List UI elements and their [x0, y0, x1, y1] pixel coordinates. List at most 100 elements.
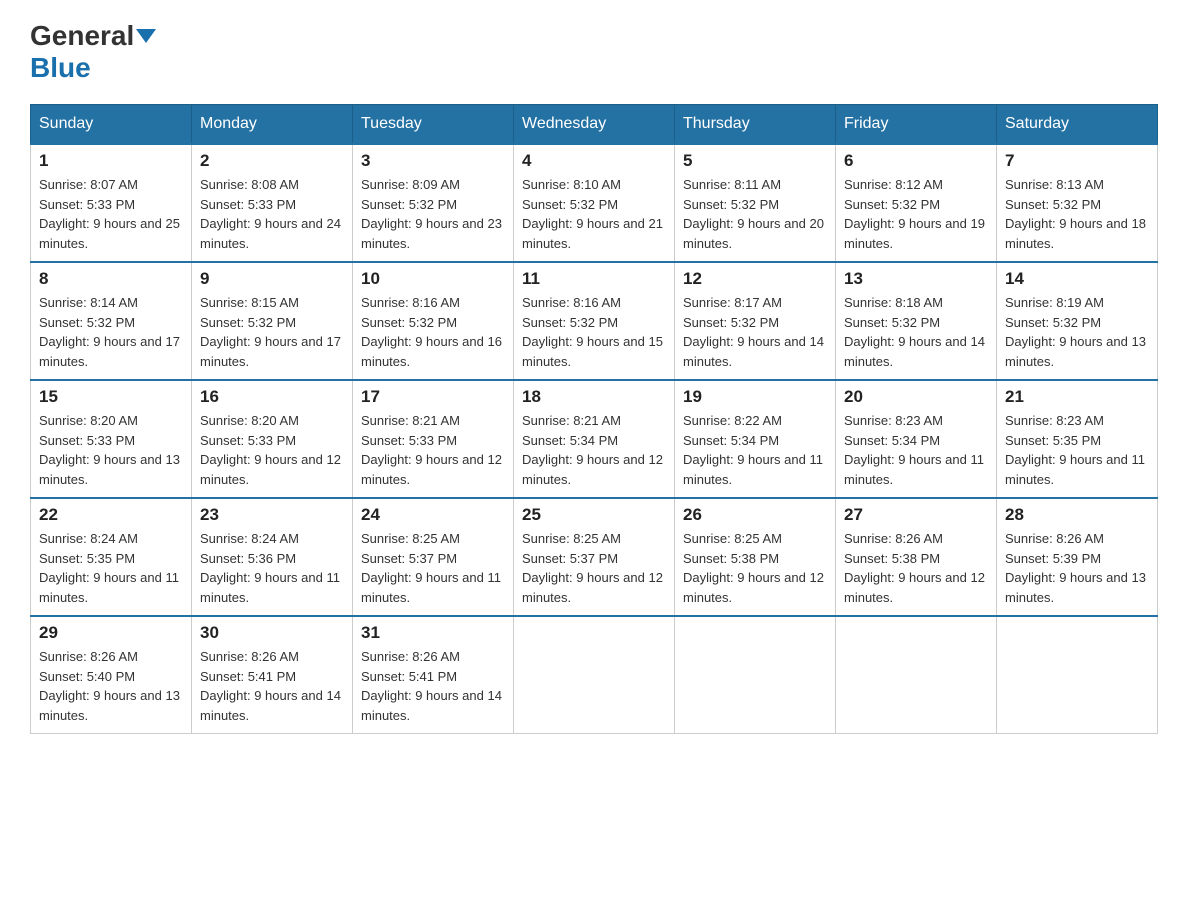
day-info: Sunrise: 8:26 AMSunset: 5:38 PMDaylight:…: [844, 529, 988, 607]
day-number: 4: [522, 151, 666, 171]
day-info: Sunrise: 8:13 AMSunset: 5:32 PMDaylight:…: [1005, 175, 1149, 253]
calendar-cell: [514, 616, 675, 734]
day-info: Sunrise: 8:21 AMSunset: 5:33 PMDaylight:…: [361, 411, 505, 489]
calendar-cell: 14 Sunrise: 8:19 AMSunset: 5:32 PMDaylig…: [997, 262, 1158, 380]
day-info: Sunrise: 8:17 AMSunset: 5:32 PMDaylight:…: [683, 293, 827, 371]
calendar-table: SundayMondayTuesdayWednesdayThursdayFrid…: [30, 104, 1158, 734]
day-info: Sunrise: 8:25 AMSunset: 5:37 PMDaylight:…: [361, 529, 505, 607]
day-info: Sunrise: 8:16 AMSunset: 5:32 PMDaylight:…: [361, 293, 505, 371]
calendar-cell: [997, 616, 1158, 734]
calendar-cell: 20 Sunrise: 8:23 AMSunset: 5:34 PMDaylig…: [836, 380, 997, 498]
calendar-body: 1 Sunrise: 8:07 AMSunset: 5:33 PMDayligh…: [31, 144, 1158, 734]
day-info: Sunrise: 8:16 AMSunset: 5:32 PMDaylight:…: [522, 293, 666, 371]
calendar-cell: 6 Sunrise: 8:12 AMSunset: 5:32 PMDayligh…: [836, 144, 997, 262]
day-info: Sunrise: 8:15 AMSunset: 5:32 PMDaylight:…: [200, 293, 344, 371]
day-info: Sunrise: 8:24 AMSunset: 5:36 PMDaylight:…: [200, 529, 344, 607]
calendar-week-4: 22 Sunrise: 8:24 AMSunset: 5:35 PMDaylig…: [31, 498, 1158, 616]
day-info: Sunrise: 8:18 AMSunset: 5:32 PMDaylight:…: [844, 293, 988, 371]
logo-blue-text: Blue: [30, 52, 91, 84]
day-number: 14: [1005, 269, 1149, 289]
calendar-cell: 23 Sunrise: 8:24 AMSunset: 5:36 PMDaylig…: [192, 498, 353, 616]
logo-general-text: General: [30, 20, 134, 52]
calendar-cell: [836, 616, 997, 734]
day-number: 21: [1005, 387, 1149, 407]
calendar-cell: 12 Sunrise: 8:17 AMSunset: 5:32 PMDaylig…: [675, 262, 836, 380]
calendar-cell: [675, 616, 836, 734]
day-info: Sunrise: 8:20 AMSunset: 5:33 PMDaylight:…: [200, 411, 344, 489]
day-info: Sunrise: 8:19 AMSunset: 5:32 PMDaylight:…: [1005, 293, 1149, 371]
day-number: 13: [844, 269, 988, 289]
weekday-header-tuesday: Tuesday: [353, 105, 514, 145]
day-info: Sunrise: 8:21 AMSunset: 5:34 PMDaylight:…: [522, 411, 666, 489]
day-info: Sunrise: 8:20 AMSunset: 5:33 PMDaylight:…: [39, 411, 183, 489]
calendar-week-2: 8 Sunrise: 8:14 AMSunset: 5:32 PMDayligh…: [31, 262, 1158, 380]
calendar-cell: 4 Sunrise: 8:10 AMSunset: 5:32 PMDayligh…: [514, 144, 675, 262]
weekday-header-saturday: Saturday: [997, 105, 1158, 145]
calendar-cell: 29 Sunrise: 8:26 AMSunset: 5:40 PMDaylig…: [31, 616, 192, 734]
header-row: SundayMondayTuesdayWednesdayThursdayFrid…: [31, 105, 1158, 145]
day-info: Sunrise: 8:23 AMSunset: 5:34 PMDaylight:…: [844, 411, 988, 489]
calendar-cell: 11 Sunrise: 8:16 AMSunset: 5:32 PMDaylig…: [514, 262, 675, 380]
day-number: 20: [844, 387, 988, 407]
day-info: Sunrise: 8:12 AMSunset: 5:32 PMDaylight:…: [844, 175, 988, 253]
day-number: 17: [361, 387, 505, 407]
calendar-cell: 16 Sunrise: 8:20 AMSunset: 5:33 PMDaylig…: [192, 380, 353, 498]
day-number: 5: [683, 151, 827, 171]
day-number: 25: [522, 505, 666, 525]
day-number: 2: [200, 151, 344, 171]
day-info: Sunrise: 8:08 AMSunset: 5:33 PMDaylight:…: [200, 175, 344, 253]
day-info: Sunrise: 8:11 AMSunset: 5:32 PMDaylight:…: [683, 175, 827, 253]
weekday-header-friday: Friday: [836, 105, 997, 145]
day-number: 22: [39, 505, 183, 525]
calendar-cell: 17 Sunrise: 8:21 AMSunset: 5:33 PMDaylig…: [353, 380, 514, 498]
day-info: Sunrise: 8:26 AMSunset: 5:39 PMDaylight:…: [1005, 529, 1149, 607]
day-number: 11: [522, 269, 666, 289]
day-number: 3: [361, 151, 505, 171]
day-number: 7: [1005, 151, 1149, 171]
day-info: Sunrise: 8:25 AMSunset: 5:38 PMDaylight:…: [683, 529, 827, 607]
calendar-cell: 31 Sunrise: 8:26 AMSunset: 5:41 PMDaylig…: [353, 616, 514, 734]
day-number: 15: [39, 387, 183, 407]
day-number: 23: [200, 505, 344, 525]
calendar-cell: 22 Sunrise: 8:24 AMSunset: 5:35 PMDaylig…: [31, 498, 192, 616]
day-number: 24: [361, 505, 505, 525]
calendar-cell: 8 Sunrise: 8:14 AMSunset: 5:32 PMDayligh…: [31, 262, 192, 380]
day-info: Sunrise: 8:09 AMSunset: 5:32 PMDaylight:…: [361, 175, 505, 253]
day-info: Sunrise: 8:22 AMSunset: 5:34 PMDaylight:…: [683, 411, 827, 489]
calendar-cell: 27 Sunrise: 8:26 AMSunset: 5:38 PMDaylig…: [836, 498, 997, 616]
calendar-cell: 19 Sunrise: 8:22 AMSunset: 5:34 PMDaylig…: [675, 380, 836, 498]
day-number: 1: [39, 151, 183, 171]
day-info: Sunrise: 8:26 AMSunset: 5:41 PMDaylight:…: [361, 647, 505, 725]
day-info: Sunrise: 8:23 AMSunset: 5:35 PMDaylight:…: [1005, 411, 1149, 489]
weekday-header-sunday: Sunday: [31, 105, 192, 145]
day-info: Sunrise: 8:07 AMSunset: 5:33 PMDaylight:…: [39, 175, 183, 253]
day-info: Sunrise: 8:26 AMSunset: 5:40 PMDaylight:…: [39, 647, 183, 725]
day-number: 30: [200, 623, 344, 643]
weekday-header-wednesday: Wednesday: [514, 105, 675, 145]
day-number: 12: [683, 269, 827, 289]
calendar-cell: 30 Sunrise: 8:26 AMSunset: 5:41 PMDaylig…: [192, 616, 353, 734]
calendar-cell: 7 Sunrise: 8:13 AMSunset: 5:32 PMDayligh…: [997, 144, 1158, 262]
calendar-cell: 18 Sunrise: 8:21 AMSunset: 5:34 PMDaylig…: [514, 380, 675, 498]
calendar-cell: 10 Sunrise: 8:16 AMSunset: 5:32 PMDaylig…: [353, 262, 514, 380]
day-number: 19: [683, 387, 827, 407]
day-number: 27: [844, 505, 988, 525]
calendar-cell: 25 Sunrise: 8:25 AMSunset: 5:37 PMDaylig…: [514, 498, 675, 616]
day-info: Sunrise: 8:10 AMSunset: 5:32 PMDaylight:…: [522, 175, 666, 253]
calendar-cell: 15 Sunrise: 8:20 AMSunset: 5:33 PMDaylig…: [31, 380, 192, 498]
calendar-cell: 3 Sunrise: 8:09 AMSunset: 5:32 PMDayligh…: [353, 144, 514, 262]
day-info: Sunrise: 8:14 AMSunset: 5:32 PMDaylight:…: [39, 293, 183, 371]
day-number: 31: [361, 623, 505, 643]
day-number: 10: [361, 269, 505, 289]
weekday-header-thursday: Thursday: [675, 105, 836, 145]
calendar-cell: 2 Sunrise: 8:08 AMSunset: 5:33 PMDayligh…: [192, 144, 353, 262]
calendar-cell: 5 Sunrise: 8:11 AMSunset: 5:32 PMDayligh…: [675, 144, 836, 262]
logo-triangle-icon: [136, 29, 156, 43]
logo: General Blue: [30, 20, 156, 84]
day-info: Sunrise: 8:26 AMSunset: 5:41 PMDaylight:…: [200, 647, 344, 725]
calendar-week-1: 1 Sunrise: 8:07 AMSunset: 5:33 PMDayligh…: [31, 144, 1158, 262]
calendar-week-5: 29 Sunrise: 8:26 AMSunset: 5:40 PMDaylig…: [31, 616, 1158, 734]
day-number: 8: [39, 269, 183, 289]
day-number: 26: [683, 505, 827, 525]
calendar-cell: 21 Sunrise: 8:23 AMSunset: 5:35 PMDaylig…: [997, 380, 1158, 498]
